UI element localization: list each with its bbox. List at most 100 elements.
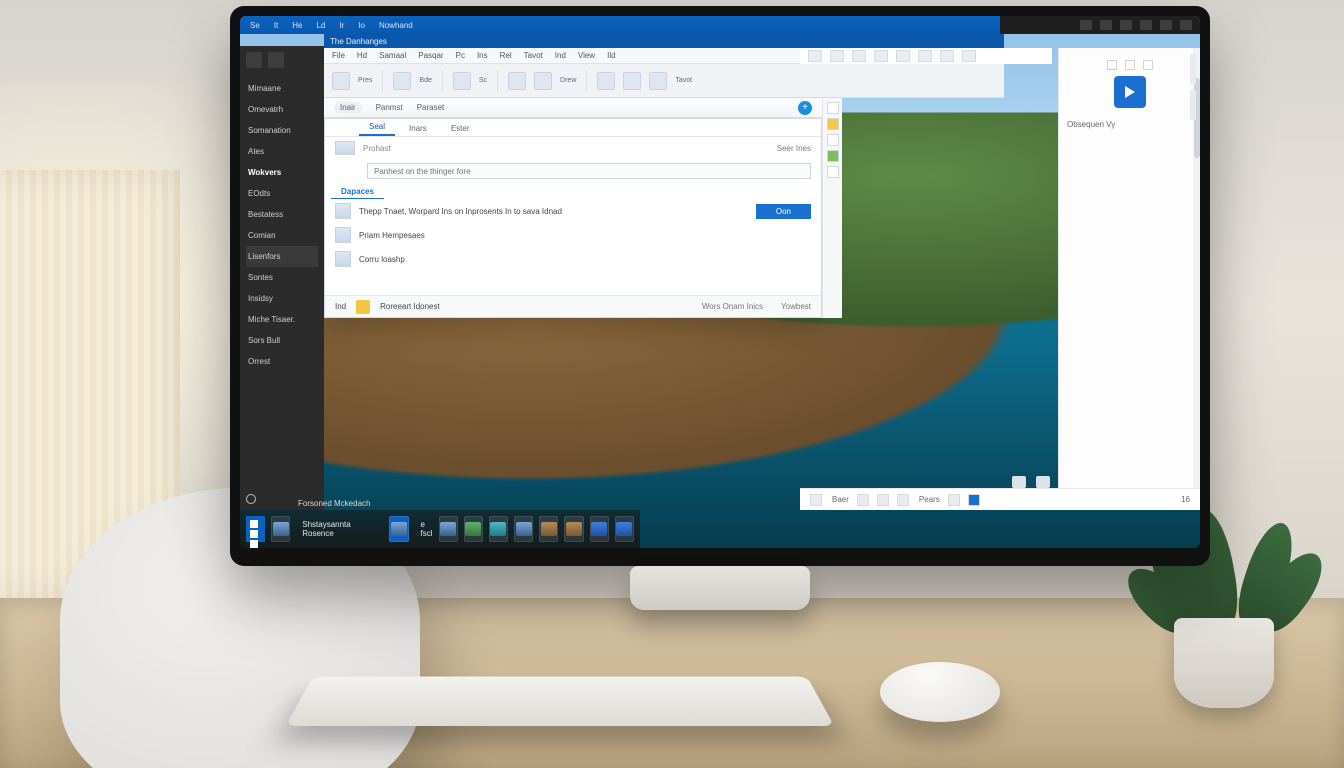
menu-item[interactable]: Nowhand — [379, 21, 413, 30]
nav-item[interactable]: Ates — [246, 141, 318, 162]
nav-item[interactable]: Mimaane — [246, 78, 318, 99]
start-button[interactable] — [246, 516, 265, 542]
menu-item[interactable]: Ir — [339, 21, 344, 30]
tray-icon[interactable] — [1180, 20, 1192, 30]
taskbar-item[interactable] — [439, 516, 458, 542]
dialog-tab[interactable]: Ester — [441, 121, 480, 136]
nav-item[interactable]: Insidsy — [246, 288, 318, 309]
taskbar-item[interactable] — [464, 516, 483, 542]
ribbon-tab[interactable]: Tavot — [524, 51, 543, 60]
ribbon-tab[interactable]: Pasqar — [418, 51, 443, 60]
add-tab-button[interactable]: + — [798, 101, 812, 115]
status-icon[interactable] — [810, 494, 822, 506]
ribbon-button[interactable] — [649, 72, 667, 90]
vertical-tab[interactable] — [1190, 90, 1196, 120]
nav-icon[interactable] — [246, 52, 262, 68]
dialog-tab[interactable]: Inars — [399, 121, 437, 136]
ribbon-tab[interactable]: Ins — [477, 51, 488, 60]
ribbon-tab[interactable]: Hd — [357, 51, 367, 60]
qa-icon[interactable] — [808, 50, 822, 62]
list-item[interactable]: Priam Hempesaes — [359, 231, 425, 240]
nav-item[interactable]: Somanation — [246, 120, 318, 141]
marker-icon[interactable] — [827, 118, 839, 130]
taskbar-item[interactable] — [564, 516, 583, 542]
marker-icon[interactable] — [827, 166, 839, 178]
ribbon-tab[interactable]: View — [578, 51, 595, 60]
list-item[interactable]: Corru loashp — [359, 255, 405, 264]
pane-control-icon[interactable] — [1125, 60, 1135, 70]
menu-item[interactable]: It — [274, 21, 278, 30]
tray-icon[interactable] — [1036, 476, 1050, 488]
doc-tab[interactable]: Paraset — [417, 103, 445, 112]
taskbar-item[interactable] — [615, 516, 634, 542]
nav-item[interactable]: Omevatrh — [246, 99, 318, 120]
tray-icon[interactable] — [1140, 20, 1152, 30]
qa-icon[interactable] — [830, 50, 844, 62]
doc-tab[interactable]: Inair — [334, 102, 362, 113]
nav-item[interactable]: Bestatess — [246, 204, 318, 225]
ribbon-button[interactable] — [453, 72, 471, 90]
ribbon-button[interactable] — [508, 72, 526, 90]
nav-icon[interactable] — [268, 52, 284, 68]
qa-icon[interactable] — [940, 50, 954, 62]
status-icon[interactable] — [948, 494, 960, 506]
ribbon-button[interactable] — [597, 72, 615, 90]
nav-item[interactable]: Wokvers — [246, 162, 318, 183]
ribbon-button[interactable] — [534, 72, 552, 90]
doc-tab[interactable]: Panmst — [376, 103, 403, 112]
status-icon[interactable] — [897, 494, 909, 506]
tray-icon[interactable] — [1080, 20, 1092, 30]
ribbon-tab[interactable]: Samaal — [379, 51, 406, 60]
taskbar-item[interactable] — [271, 516, 290, 542]
taskbar-item[interactable] — [489, 516, 508, 542]
nav-item[interactable]: EOdts — [246, 183, 318, 204]
ribbon-tab[interactable]: Ind — [555, 51, 566, 60]
recent-thumb-icon — [335, 141, 355, 155]
status-icon[interactable] — [877, 494, 889, 506]
app-logo-icon — [1114, 76, 1146, 108]
qa-icon[interactable] — [874, 50, 888, 62]
marker-icon[interactable] — [827, 134, 839, 146]
qa-icon[interactable] — [918, 50, 932, 62]
nav-item[interactable]: Sontes — [246, 267, 318, 288]
status-icon[interactable] — [857, 494, 869, 506]
taskbar-item[interactable] — [539, 516, 558, 542]
menu-item[interactable]: Io — [358, 21, 365, 30]
qa-icon[interactable] — [852, 50, 866, 62]
menu-item[interactable]: Ld — [316, 21, 325, 30]
list-item[interactable]: Thepp Tnaet, Worpard Ins on Inprosents I… — [359, 207, 562, 216]
column-header[interactable]: Seer Ines — [777, 144, 811, 153]
taskbar-item[interactable] — [590, 516, 609, 542]
status-icon[interactable] — [968, 494, 980, 506]
cloud-icon[interactable] — [1012, 476, 1026, 488]
pane-control-icon[interactable] — [1143, 60, 1153, 70]
vertical-tab[interactable] — [1190, 54, 1196, 84]
ribbon-tab[interactable]: Pc — [456, 51, 465, 60]
ribbon-button[interactable] — [393, 72, 411, 90]
ribbon-tab[interactable]: File — [332, 51, 345, 60]
marker-icon[interactable] — [827, 150, 839, 162]
nav-item[interactable]: Orrest — [246, 351, 318, 372]
qa-icon[interactable] — [896, 50, 910, 62]
menu-item[interactable]: Se — [250, 21, 260, 30]
open-button[interactable]: Oon — [756, 204, 811, 219]
ribbon-button[interactable] — [623, 72, 641, 90]
marker-icon[interactable] — [827, 102, 839, 114]
taskbar-item[interactable] — [514, 516, 533, 542]
ribbon-tab[interactable]: Rel — [500, 51, 512, 60]
qa-icon[interactable] — [962, 50, 976, 62]
nav-item[interactable]: Comian — [246, 225, 318, 246]
tray-icon[interactable] — [1100, 20, 1112, 30]
nav-item[interactable]: Lisenfors — [246, 246, 318, 267]
tray-icon[interactable] — [1160, 20, 1172, 30]
search-input[interactable] — [367, 163, 811, 179]
taskbar-item[interactable] — [389, 516, 408, 542]
ribbon-tab[interactable]: Ild — [607, 51, 615, 60]
nav-item[interactable]: Sors Bull — [246, 330, 318, 351]
ribbon-button[interactable] — [332, 72, 350, 90]
menu-item[interactable]: He — [292, 21, 302, 30]
tray-icon[interactable] — [1120, 20, 1132, 30]
pane-control-icon[interactable] — [1107, 60, 1117, 70]
dialog-tab[interactable]: Seal — [359, 119, 395, 136]
nav-item[interactable]: Miche Tisaer. — [246, 309, 318, 330]
